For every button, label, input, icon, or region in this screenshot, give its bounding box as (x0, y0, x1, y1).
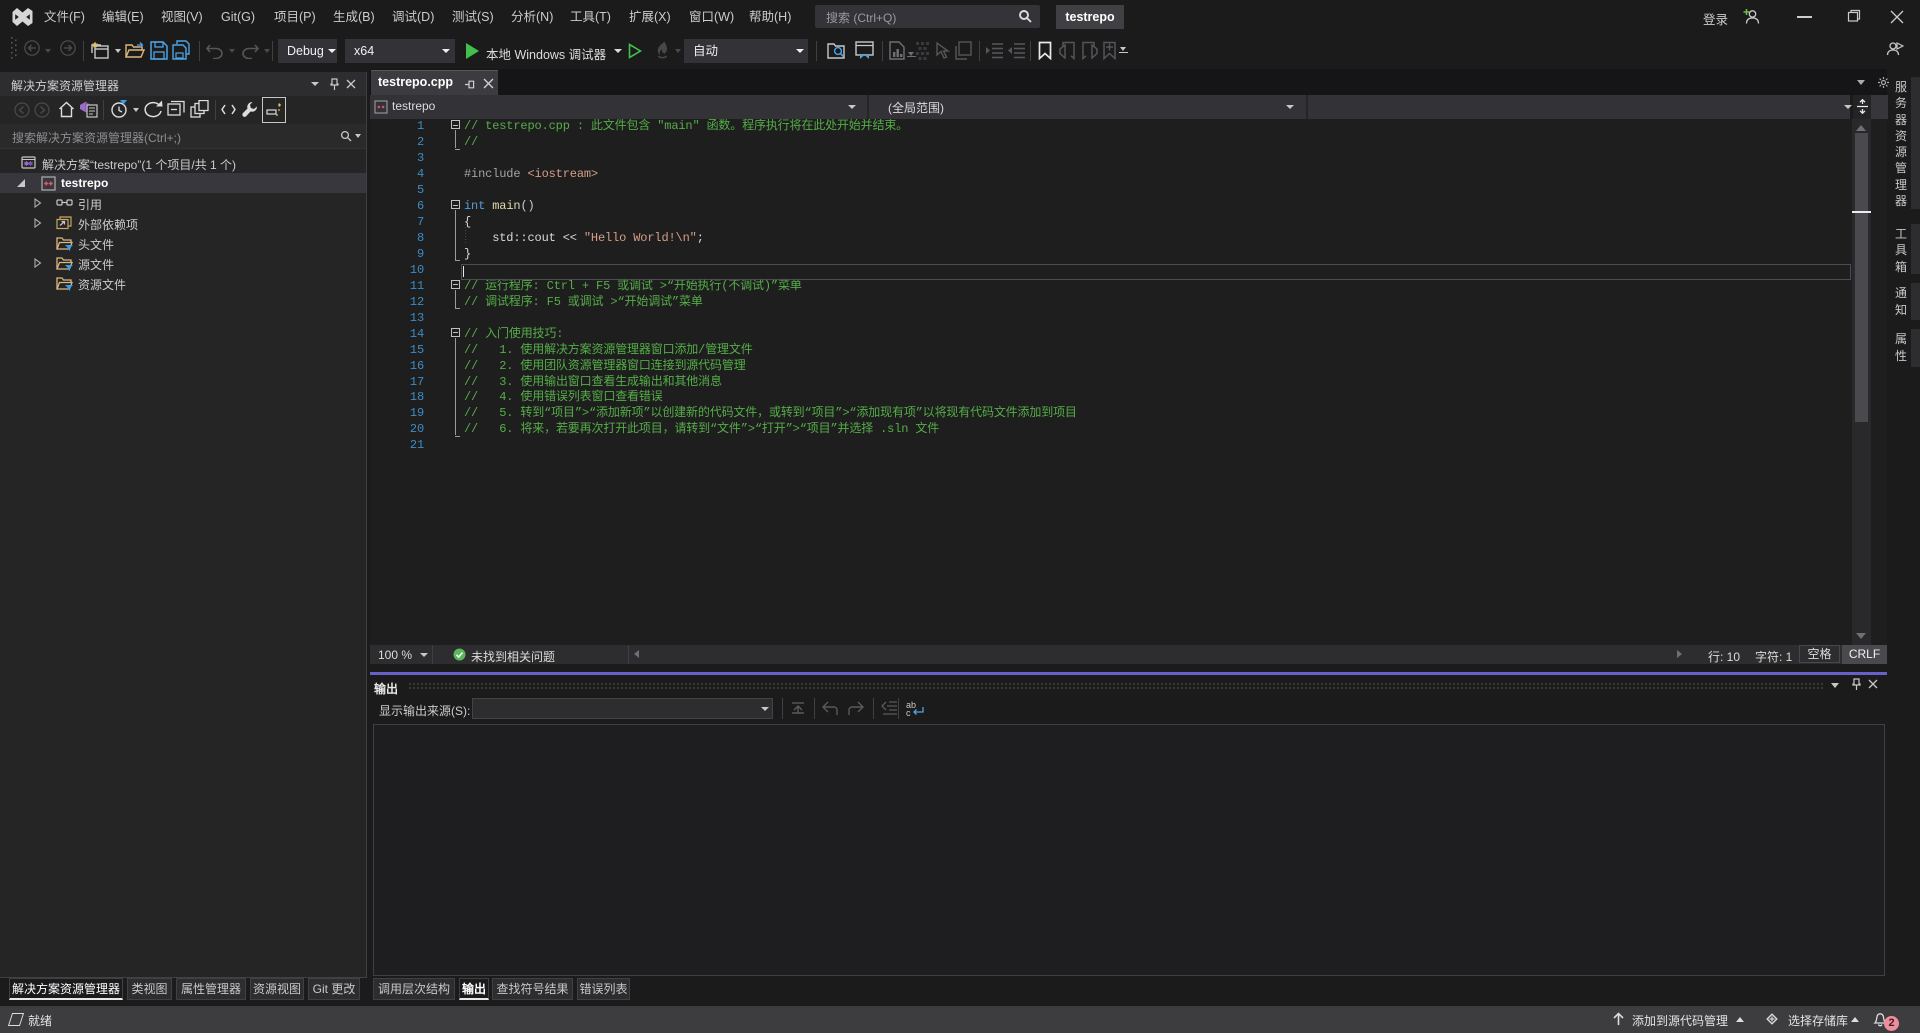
svg-text:c: c (906, 708, 911, 717)
